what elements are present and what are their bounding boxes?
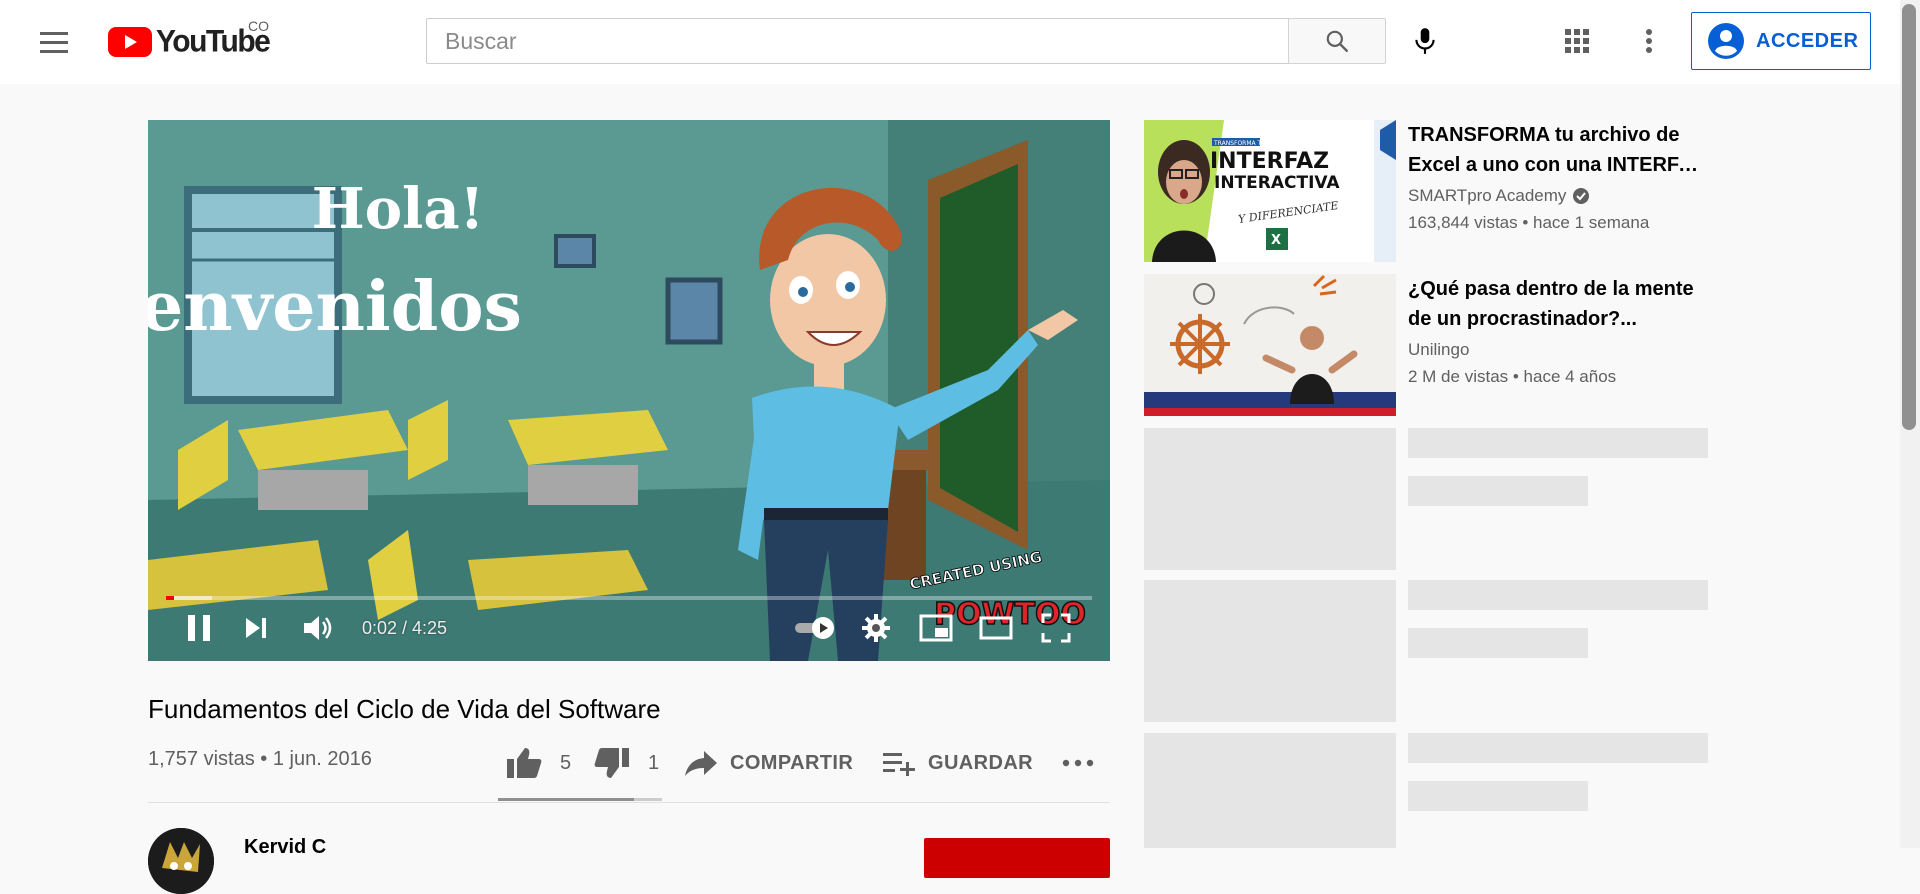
thumbs-down-icon: [594, 748, 629, 778]
dislike-count: 1: [648, 751, 660, 774]
horizontal-dots-icon: [1062, 759, 1094, 767]
placeholder-thumbnail: [1144, 733, 1396, 848]
verified-check-icon: [1573, 188, 1590, 204]
fullscreen-icon: [1041, 613, 1071, 643]
related-placeholder-1: [1144, 428, 1708, 570]
related-thumbnail-1[interactable]: TRANSFORMA TUS ARCHIVOS CON UNA INTERFAZ…: [1144, 120, 1396, 262]
mute-button[interactable]: [298, 608, 338, 648]
apps-button[interactable]: [1556, 20, 1598, 62]
fullscreen-button[interactable]: [1036, 608, 1076, 648]
miniplayer-icon: [919, 614, 953, 642]
pause-button[interactable]: [178, 608, 220, 648]
divider: [148, 802, 1110, 803]
video-view-count-date: 1,757 vistas • 1 jun. 2016: [148, 748, 372, 770]
placeholder-meta: [1408, 781, 1588, 811]
masthead: YouTube CO ACCEDER: [0, 0, 1900, 84]
time-display: 0:02 / 4:25: [362, 618, 448, 638]
signin-label: ACCEDER: [1756, 29, 1859, 52]
microphone-icon: [1415, 28, 1435, 54]
placeholder-title: [1408, 733, 1708, 763]
placeholder-thumbnail: [1144, 580, 1396, 722]
sentiment-like-fill: [498, 798, 634, 801]
svg-text:X: X: [1271, 233, 1281, 248]
search-icon: [1326, 30, 1348, 52]
signin-button[interactable]: ACCEDER: [1691, 12, 1871, 70]
settings-more-button[interactable]: [1628, 20, 1670, 62]
placeholder-title: [1408, 428, 1708, 458]
placeholder-meta: [1408, 628, 1588, 658]
youtube-logo[interactable]: YouTube: [108, 24, 271, 60]
video-title: Fundamentos del Ciclo de Vida del Softwa…: [148, 694, 661, 724]
overlay-text-bienvenidos: envenidos: [148, 267, 522, 347]
related-video-2[interactable]: ¿Qué pasa dentro de la mente de un procr…: [1144, 274, 1704, 416]
related-title-1[interactable]: TRANSFORMA tu archivo de Excel a uno con…: [1408, 120, 1708, 180]
subscribe-button[interactable]: [924, 838, 1110, 878]
related-thumbnail-2[interactable]: [1144, 274, 1396, 416]
placeholder-title: [1408, 580, 1708, 610]
theater-button[interactable]: [976, 608, 1016, 648]
autoplay-toggle-icon: [795, 617, 834, 639]
voice-search-button[interactable]: [1404, 20, 1446, 62]
progress-played: [166, 596, 174, 600]
theater-mode-icon: [979, 616, 1013, 640]
share-arrow-icon: [685, 751, 717, 776]
save-label: GUARDAR: [928, 751, 1034, 774]
volume-icon: [304, 616, 332, 640]
account-circle-icon: [1708, 23, 1744, 59]
search-box: [426, 18, 1288, 64]
dislike-button[interactable]: 1: [594, 738, 659, 788]
placeholder-thumbnail: [1144, 428, 1396, 570]
progress-bar[interactable]: [166, 596, 1092, 600]
playlist-add-icon: [883, 753, 915, 776]
settings-button[interactable]: [856, 608, 896, 648]
next-icon: [246, 618, 266, 638]
thumbs-up-icon: [507, 748, 542, 778]
overlay-text-hola: Hola!: [312, 176, 484, 242]
related-channel-name-2: Unilingo: [1408, 340, 1470, 359]
svg-text:CREATED USING: CREATED USING: [908, 550, 1044, 593]
vertical-dots-icon: [1646, 29, 1652, 53]
video-player[interactable]: Hola! envenidos CREATED USING POWTOON 0:…: [148, 120, 1110, 661]
related-video-1[interactable]: TRANSFORMA TUS ARCHIVOS CON UNA INTERFAZ…: [1144, 120, 1705, 262]
related-channel-2[interactable]: Unilingo: [1408, 340, 1469, 360]
svg-text:INTERACTIVA: INTERACTIVA: [1214, 173, 1340, 193]
more-actions-button[interactable]: [1062, 738, 1094, 788]
svg-text:TRANSFORMA TUS ARCHIVOS CON UN: TRANSFORMA TUS ARCHIVOS CON UNA: [1213, 140, 1333, 147]
next-button[interactable]: [238, 608, 274, 648]
scrollbar-thumb[interactable]: [1902, 4, 1916, 430]
related-stats-2: 2 M de vistas • hace 4 años: [1408, 367, 1617, 386]
like-button[interactable]: 5: [506, 738, 571, 788]
related-placeholder-2: [1144, 580, 1708, 722]
autoplay-toggle[interactable]: [792, 608, 840, 648]
like-count: 5: [560, 751, 572, 774]
related-title-2[interactable]: ¿Qué pasa dentro de la mente de un procr…: [1408, 274, 1708, 334]
svg-text:INTERFAZ: INTERFAZ: [1210, 149, 1329, 174]
search-input[interactable]: [427, 19, 1265, 63]
share-button[interactable]: COMPARTIR: [684, 738, 853, 788]
related-channel-1[interactable]: SMARTpro Academy: [1408, 186, 1590, 206]
apps-grid-icon: [1565, 29, 1589, 53]
country-code: CO: [248, 18, 269, 34]
placeholder-meta: [1408, 476, 1588, 506]
related-stats-1: 163,844 vistas • hace 1 semana: [1408, 213, 1650, 232]
related-placeholder-3: [1144, 733, 1708, 875]
settings-gear-icon: [862, 614, 890, 642]
search-button[interactable]: [1288, 18, 1386, 64]
menu-icon[interactable]: [36, 26, 72, 58]
pause-icon: [188, 615, 210, 641]
channel-avatar[interactable]: [148, 828, 214, 894]
youtube-play-logo-icon: [108, 27, 152, 57]
sentiment-bar: [498, 798, 662, 801]
related-channel-name-1: SMARTpro Academy: [1408, 186, 1567, 205]
save-button[interactable]: GUARDAR: [882, 738, 1033, 788]
miniplayer-button[interactable]: [916, 608, 956, 648]
share-label: COMPARTIR: [730, 751, 854, 774]
